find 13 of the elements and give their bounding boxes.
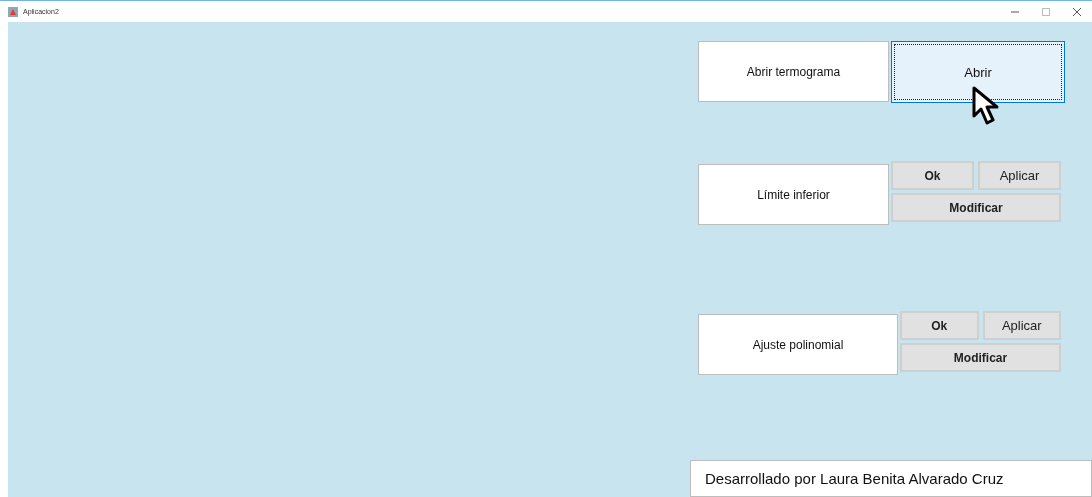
section-label: Abrir termograma — [698, 41, 889, 102]
app-icon — [8, 6, 18, 17]
ok-button[interactable]: Ok — [891, 161, 974, 190]
ok-button[interactable]: Ok — [900, 311, 979, 340]
apply-button[interactable]: Aplicar — [982, 311, 1061, 340]
apply-button[interactable]: Aplicar — [978, 161, 1061, 190]
modify-button[interactable]: Modificar — [891, 193, 1061, 222]
section-label: Ajuste polinomial — [698, 314, 898, 375]
close-icon[interactable] — [1072, 6, 1082, 17]
credits-text: Desarrollado por Laura Benita Alvarado Cruz — [690, 460, 1092, 497]
section-label: Límite inferior — [698, 164, 889, 225]
maximize-icon[interactable] — [1041, 6, 1051, 17]
modify-button[interactable]: Modificar — [900, 343, 1061, 372]
